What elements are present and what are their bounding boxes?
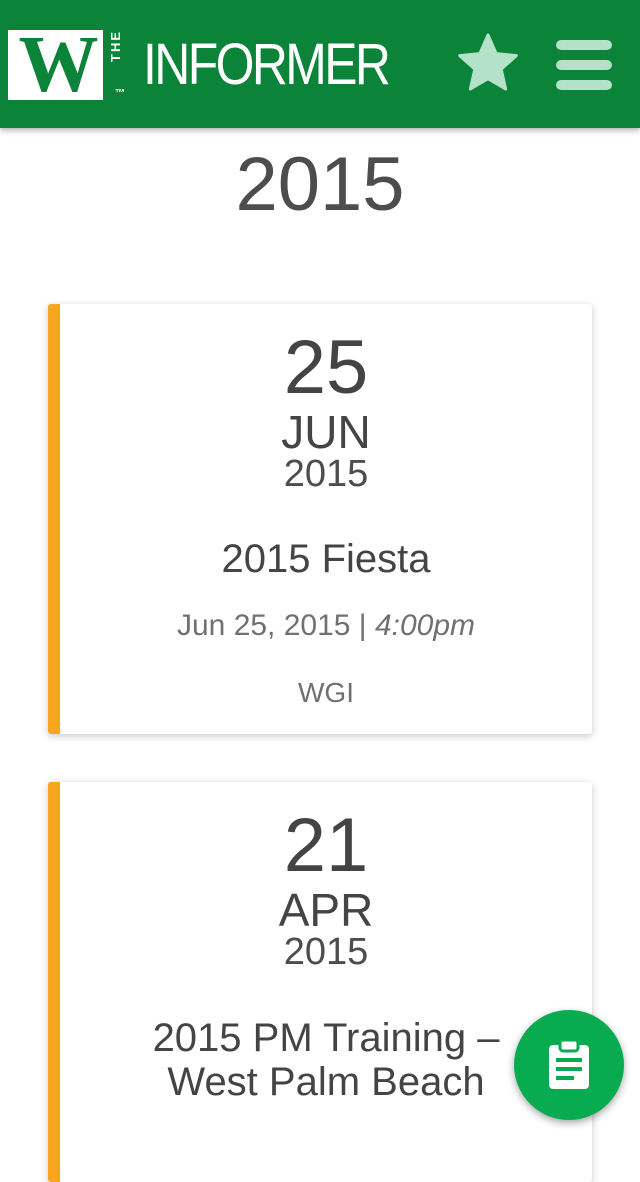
logo-name: INFORMER [143,32,391,97]
event-datetime: Jun 25, 2015 | 4:00pm [60,608,592,644]
logo-mark: W [8,21,103,109]
favorites-button[interactable] [456,32,520,96]
event-month: APR [278,884,374,936]
event-time: 4:00pm [374,609,476,642]
event-title-line: West Palm Beach [167,1060,485,1104]
clipboard-icon [549,1040,589,1089]
event-title: 2015 Fiesta [221,537,431,581]
event-title: 2015 PM Training – West Palm Beach [60,1016,592,1104]
year-heading: 2015 [235,142,405,227]
logo-letter: W [18,21,99,109]
event-day: 25 [283,325,369,410]
event-title-line: 2015 PM Training – [152,1016,500,1060]
event-day: 21 [283,803,369,888]
event-date: Jun 25, 2015 [176,609,351,642]
clipboard-fab-button[interactable] [514,1010,624,1120]
event-organization: WGI [298,677,354,708]
event-month: JUN [281,406,371,458]
event-card[interactable]: 21 APR 2015 2015 PM Training – West Palm… [48,782,592,1182]
logo-the-text: THE [108,30,123,62]
event-card[interactable]: 25 JUN 2015 2015 Fiesta Jun 25, 2015 | 4… [48,304,592,734]
app-header: W THE ™ INFORMER [0,0,640,128]
menu-button[interactable] [556,40,612,90]
logo-trademark: ™ [115,88,125,99]
event-year: 2015 [283,931,369,973]
event-year: 2015 [283,453,369,495]
event-separator: | [350,609,375,642]
star-icon [458,33,518,91]
